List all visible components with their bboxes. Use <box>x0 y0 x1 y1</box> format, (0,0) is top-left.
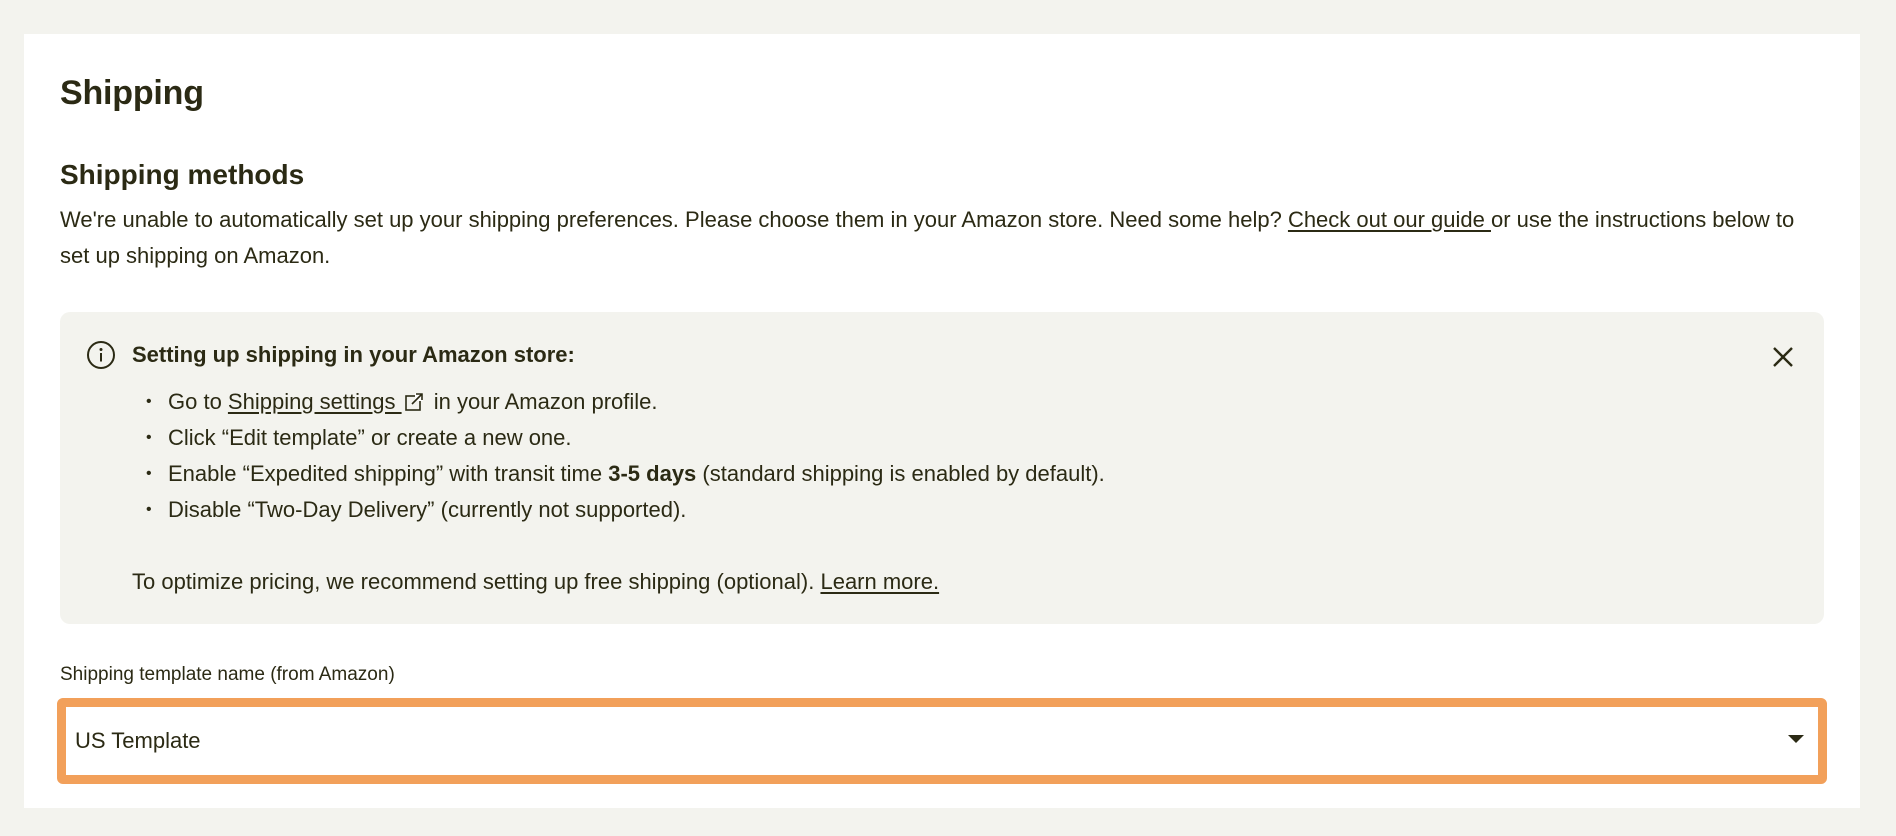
template-field-label: Shipping template name (from Amazon) <box>60 664 395 685</box>
shipping-settings-link[interactable]: Shipping settings <box>228 389 402 414</box>
page-title: Shipping <box>60 74 204 112</box>
shipping-methods-description: We're unable to automatically set up you… <box>60 202 1820 274</box>
caret-down-icon <box>1788 735 1804 743</box>
list-item: Go to Shipping settings in your Amazon p… <box>132 384 1752 420</box>
list-item: Click “Edit template” or create a new on… <box>132 420 1752 456</box>
transit-time-value: 3-5 days <box>608 461 697 486</box>
description-text-before: We're unable to automatically set up you… <box>60 207 1288 232</box>
close-icon[interactable] <box>1768 342 1798 372</box>
step-text: Enable “Expedited shipping” with transit… <box>168 461 609 486</box>
amazon-setup-info-box: Setting up shipping in your Amazon store… <box>60 312 1824 624</box>
step-text: Go to <box>168 389 228 414</box>
step-text: (standard shipping is enabled by default… <box>696 461 1105 486</box>
info-icon <box>87 341 115 369</box>
selected-template-value: US Template <box>75 728 201 753</box>
shipping-card: Shipping Shipping methods We're unable t… <box>24 34 1860 808</box>
step-text: in your Amazon profile. <box>427 389 658 414</box>
pricing-tip: To optimize pricing, we recommend settin… <box>132 564 1752 600</box>
tip-text: To optimize pricing, we recommend settin… <box>132 569 821 594</box>
external-link-icon[interactable] <box>404 392 424 412</box>
list-item: Disable “Two-Day Delivery” (currently no… <box>132 492 1752 528</box>
setup-steps-list: Go to Shipping settings in your Amazon p… <box>132 384 1752 528</box>
shipping-methods-title: Shipping methods <box>60 159 305 190</box>
list-item: Enable “Expedited shipping” with transit… <box>132 456 1752 492</box>
learn-more-link[interactable]: Learn more. <box>820 569 939 594</box>
check-out-guide-link[interactable]: Check out our guide <box>1288 207 1491 232</box>
shipping-template-select[interactable]: US Template <box>57 698 1827 784</box>
info-box-title: Setting up shipping in your Amazon store… <box>132 342 575 367</box>
